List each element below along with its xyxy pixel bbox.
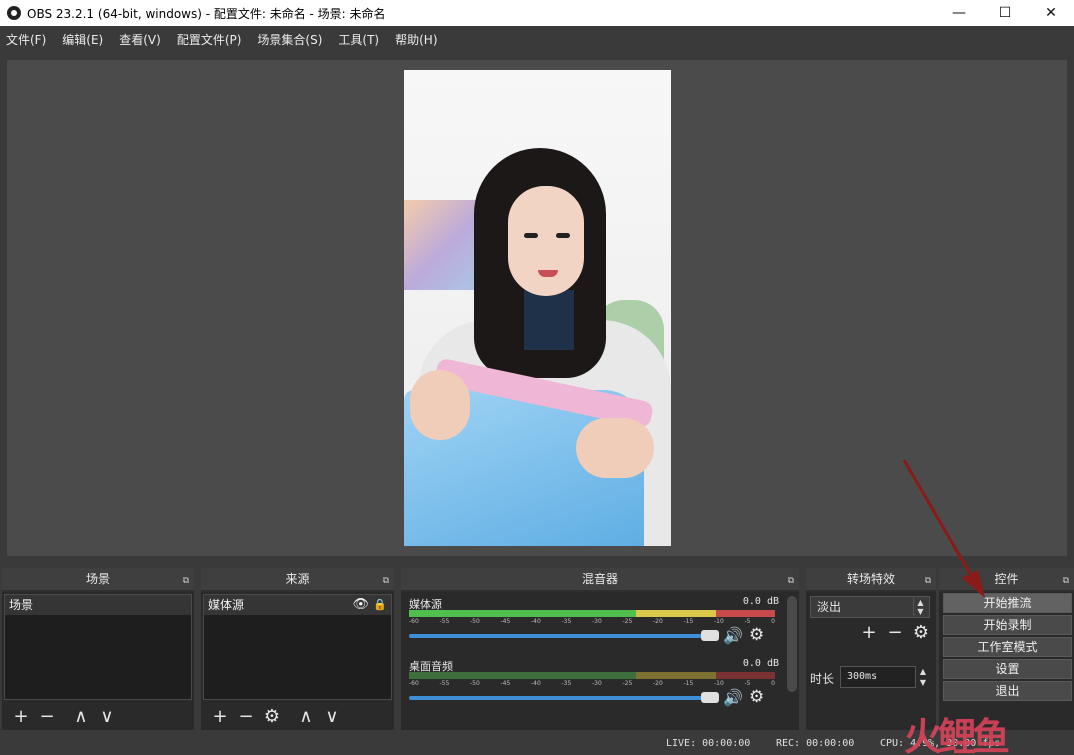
annotation-arrow-icon <box>902 459 985 598</box>
